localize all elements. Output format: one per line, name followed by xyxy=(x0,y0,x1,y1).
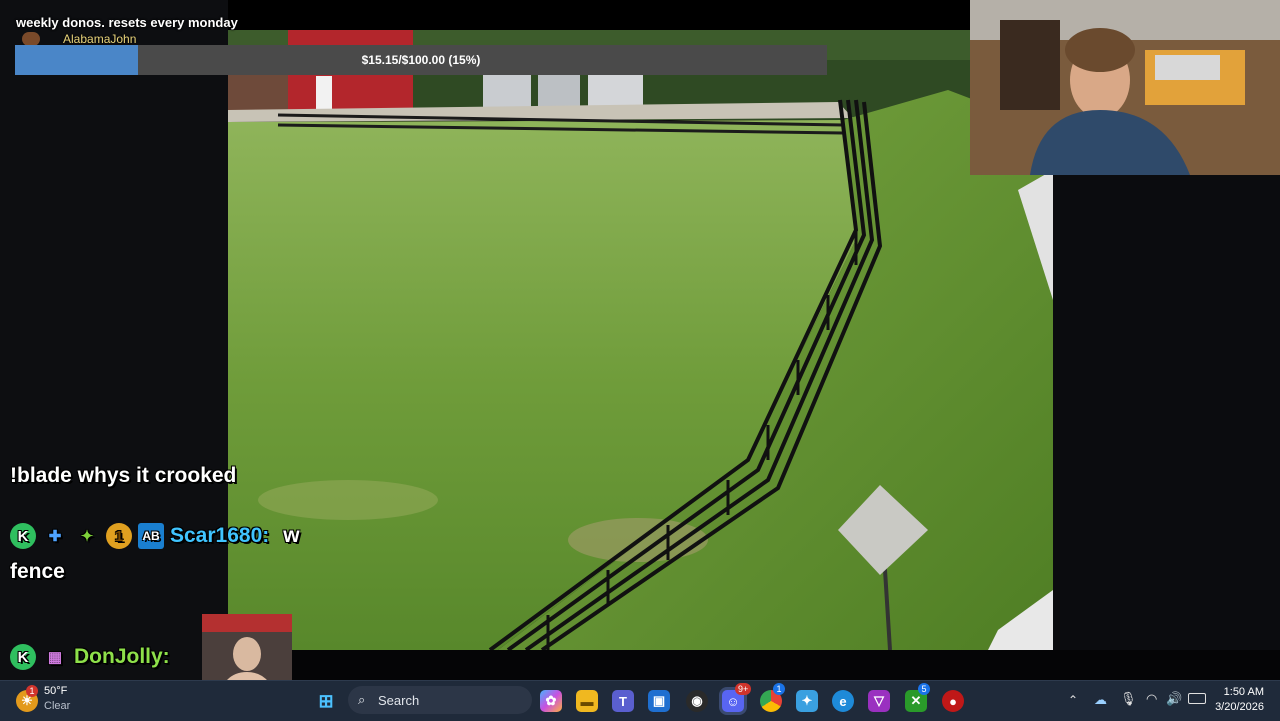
taskbar-search-box[interactable] xyxy=(348,686,532,714)
copilot-icon[interactable]: ✿ xyxy=(540,690,562,712)
background-bottom-strip xyxy=(228,650,1280,680)
teams-icon[interactable]: T xyxy=(612,690,634,712)
dono-user-avatar xyxy=(22,32,40,46)
background-member-list xyxy=(1053,175,1280,680)
clock-date[interactable]: 3/20/2026 xyxy=(1200,701,1264,713)
dono-progress-bar: $15.15/$100.00 (15%) xyxy=(15,45,827,75)
windows-taskbar: ☀ 1 ⊞ ☗ ✿ ▬ T ▣ ◉ ☺ 9+ 1 ✦ e ▽ ✕ 5 ● ⌃ ☁… xyxy=(0,680,1280,721)
star-badge-icon: ✦ xyxy=(80,528,94,545)
store-icon[interactable]: ▣ xyxy=(648,690,670,712)
clock-time[interactable]: 1:50 AM xyxy=(1200,686,1264,698)
chat-username: Scar1680: xyxy=(170,524,270,547)
weather-notification-badge: 1 xyxy=(26,685,38,697)
chat-username: DonJolly: xyxy=(74,645,170,668)
microphone-icon[interactable]: 🎙 xyxy=(1120,691,1137,707)
kick-badge-icon: K xyxy=(10,644,36,670)
obs-icon[interactable]: ◉ xyxy=(686,690,708,712)
chrome-badge: 1 xyxy=(773,683,785,695)
discord-badge: 9+ xyxy=(735,683,752,695)
search-icon: ⌕ xyxy=(358,692,366,707)
network-app-icon[interactable]: ✦ xyxy=(796,690,818,712)
wifi-icon[interactable]: ◠ xyxy=(1146,691,1157,707)
edge-icon[interactable]: e xyxy=(832,690,854,712)
chat-message: K ✚ ✦ 1 AB Scar1680: w xyxy=(10,520,300,552)
dono-progress-text: $15.15/$100.00 (15%) xyxy=(361,53,481,67)
onedrive-icon[interactable]: ☁ xyxy=(1094,692,1107,708)
tier-badge-icon: 1 xyxy=(106,523,132,549)
weather-temperature[interactable]: 50°F xyxy=(44,685,67,697)
dono-top-user: AlabamaJohn xyxy=(63,32,137,46)
file-explorer-icon[interactable]: ▬ xyxy=(576,690,598,712)
sword-badge-icon: ✚ xyxy=(48,528,62,545)
dono-goal-title: weekly donos. resets every monday xyxy=(16,15,238,30)
chat-text: w xyxy=(283,524,300,547)
proton-vpn-icon[interactable]: ▽ xyxy=(868,690,890,712)
kick-badge-icon: K xyxy=(10,523,36,549)
webcam-feed xyxy=(970,0,1280,175)
chat-message: K ▦ DonJolly: xyxy=(10,642,170,672)
weather-description[interactable]: Clear xyxy=(44,700,70,712)
start-windows-icon[interactable]: ⊞ xyxy=(315,690,337,712)
chat-message: !blade whys it crooked xyxy=(10,464,237,487)
xbox-badge: 5 xyxy=(918,683,930,695)
volume-icon[interactable]: 🔊 xyxy=(1166,691,1182,707)
show-hidden-icons-chevron-icon[interactable]: ⌃ xyxy=(1068,693,1078,707)
search-label: Search xyxy=(378,693,420,708)
sub-badge-icon: AB xyxy=(138,523,164,549)
chat-text-continuation: fence xyxy=(10,560,65,583)
gift-badge-icon: ▦ xyxy=(47,649,63,666)
stream-photo xyxy=(228,30,1053,650)
record-app-icon[interactable]: ● xyxy=(942,690,964,712)
